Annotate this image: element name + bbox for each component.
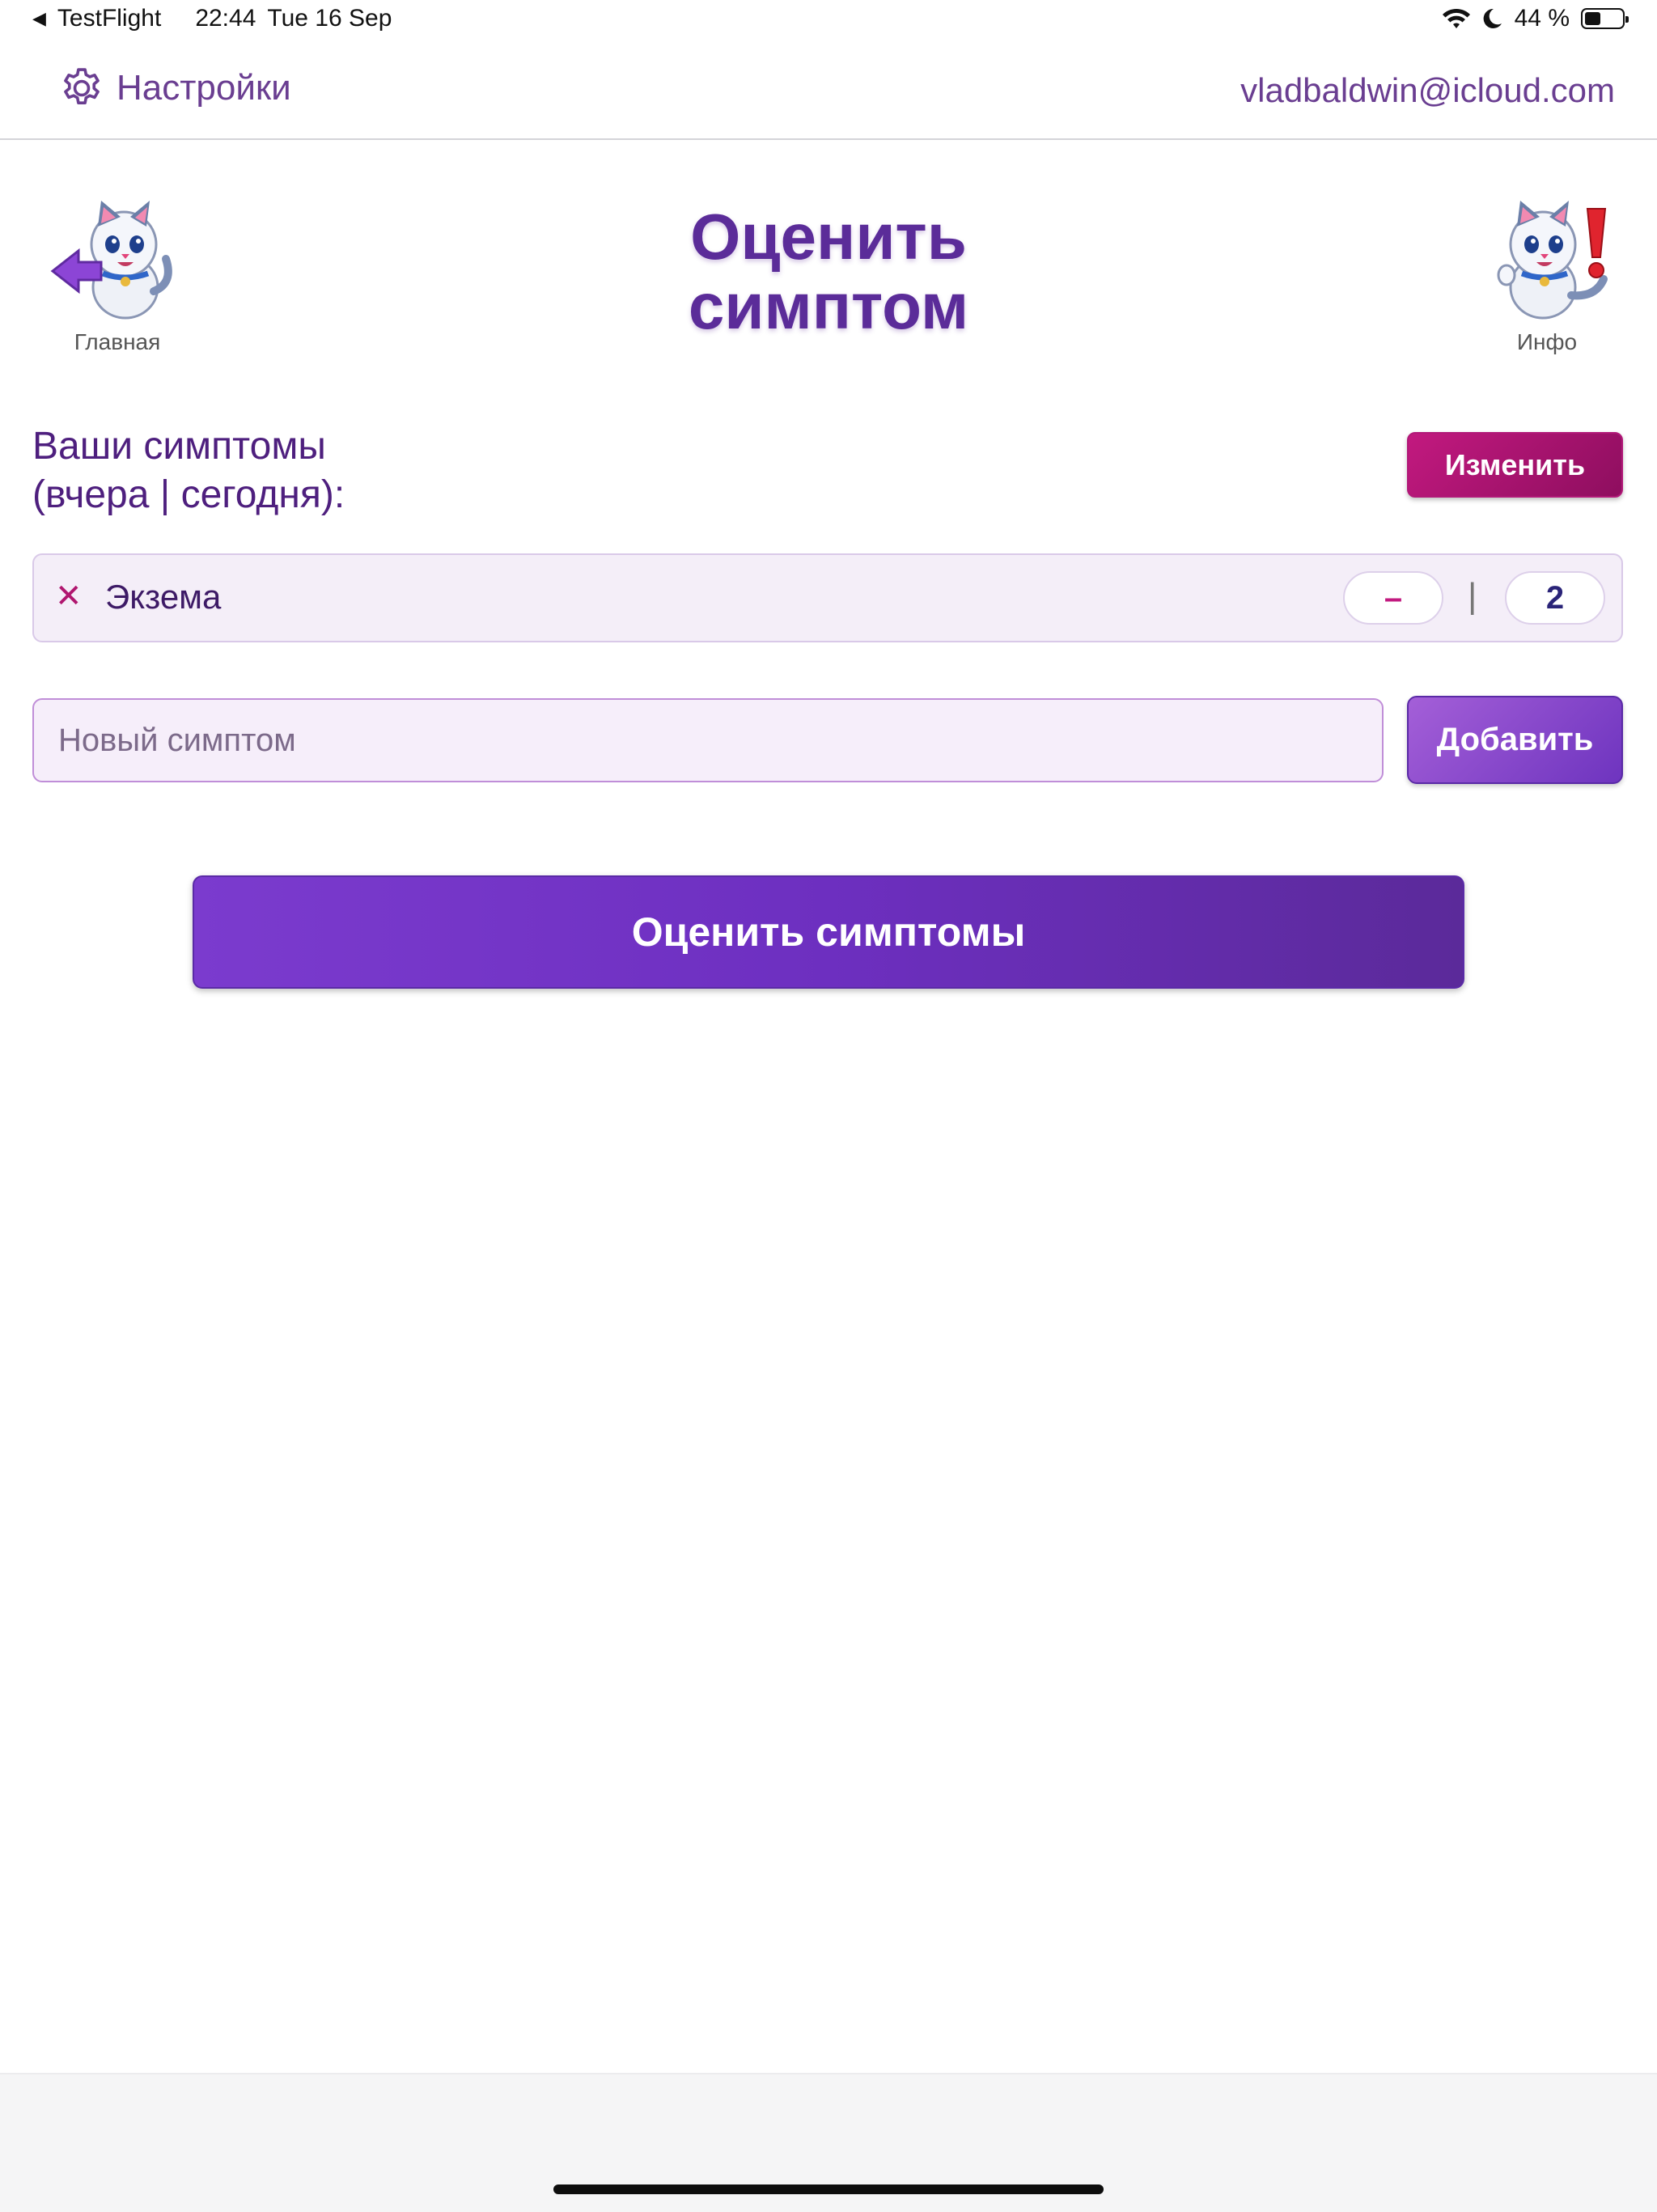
remove-symptom-icon[interactable]: ✕ [55,578,83,615]
page-title: Оценить симптом [505,202,1152,341]
settings-label: Настройки [117,68,291,108]
battery-level [1585,12,1600,25]
cat-info-icon [1497,201,1608,320]
page-title-line1: Оценить [690,201,967,273]
status-time: 22:44 [195,5,256,32]
back-to-app-icon[interactable]: ◀ [32,8,46,29]
wifi-icon [1442,8,1470,28]
battery-percent: 44 % [1514,5,1570,32]
moon-icon [1483,8,1502,28]
settings-button[interactable]: Настройки [58,65,291,112]
new-symptom-input[interactable] [32,698,1384,782]
top-nav: Настройки vladbaldwin@icloud.com [0,49,1657,140]
account-email[interactable]: vladbaldwin@icloud.com [1240,71,1615,110]
status-left: ◀ TestFlight 22:44 Tue 16 Sep [32,5,392,32]
status-right: 44 % [1442,5,1629,32]
cat-home-icon [50,201,172,320]
symptom-name: Экзема [105,578,222,616]
add-symptom-button[interactable]: Добавить [1407,696,1623,784]
status-date: Tue 16 Sep [267,5,392,32]
battery-icon [1581,8,1629,29]
symptoms-section-title: Ваши симптомы (вчера | сегодня): [32,422,345,519]
status-bar: ◀ TestFlight 22:44 Tue 16 Sep 44 % [0,0,1657,45]
gear-icon [64,68,100,104]
symptoms-title-line1: Ваши симптомы [32,425,326,468]
info-label: Инфо [1516,329,1578,354]
rate-symptoms-button[interactable]: Оценить симптомы [193,875,1464,989]
info-button[interactable]: Инфо [1474,194,1620,355]
symptoms-title-line2: (вчера | сегодня): [32,473,345,516]
back-app-label[interactable]: TestFlight [57,5,161,32]
change-button[interactable]: Изменить [1407,432,1623,498]
yesterday-rating[interactable]: – [1343,571,1443,625]
today-rating[interactable]: 2 [1505,571,1605,625]
home-indicator[interactable] [553,2184,1104,2194]
rating-separator: | [1468,576,1477,616]
symptom-row: ✕ Экзема – | 2 [32,553,1623,642]
home-button[interactable]: Главная [44,194,190,355]
page-title-line2: симптом [688,270,969,342]
home-label: Главная [74,329,161,354]
